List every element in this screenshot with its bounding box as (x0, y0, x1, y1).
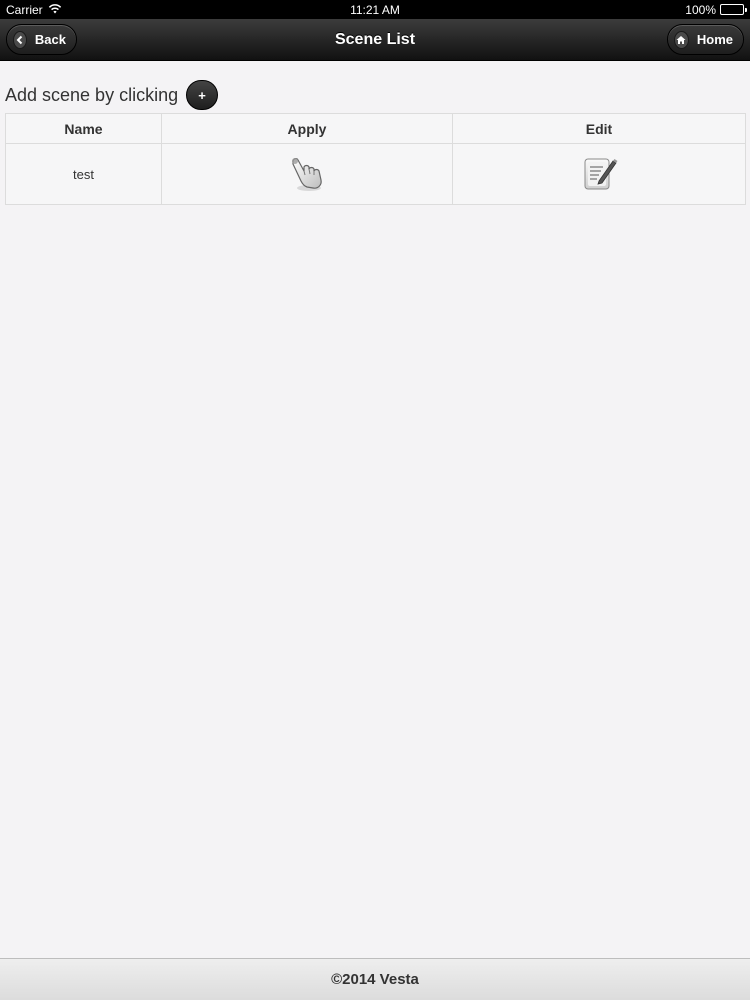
footer-bar: ©2014 Vesta (0, 958, 750, 1000)
clock: 11:21 AM (350, 2, 400, 17)
edit-cell (452, 143, 746, 205)
column-header-name: Name (5, 113, 162, 144)
home-button[interactable]: Home (667, 24, 744, 55)
battery-percent: 100% (685, 2, 716, 17)
add-scene-button[interactable]: + (186, 80, 219, 110)
chevron-left-icon (13, 30, 27, 49)
column-header-edit: Edit (452, 113, 746, 144)
edit-note-icon[interactable] (579, 153, 619, 196)
carrier-label: Carrier (6, 2, 43, 17)
page-title: Scene List (334, 30, 416, 48)
table-header-row: Name Apply Edit (5, 113, 746, 144)
home-icon (674, 30, 689, 49)
pointing-hand-icon[interactable] (287, 153, 327, 196)
status-right: 100% (685, 2, 747, 17)
status-left: Carrier (6, 3, 62, 17)
scene-name-cell: test (5, 143, 162, 205)
home-button-label: Home (696, 32, 733, 47)
add-scene-label: Add scene by clicking (5, 84, 179, 105)
wifi-icon (48, 3, 62, 17)
table-row: test (5, 143, 746, 205)
back-button-label: Back (34, 32, 66, 47)
scene-table: Name Apply Edit test (5, 113, 746, 205)
footer-copyright: ©2014 Vesta (331, 971, 419, 988)
battery-icon (720, 4, 747, 15)
apply-cell (161, 143, 453, 205)
header-bar: Back Scene List Home (0, 19, 750, 61)
column-header-apply: Apply (161, 113, 453, 144)
status-bar: Carrier 11:21 AM 100% (0, 0, 750, 19)
add-scene-row: Add scene by clicking + (5, 80, 219, 110)
back-button[interactable]: Back (6, 24, 77, 55)
